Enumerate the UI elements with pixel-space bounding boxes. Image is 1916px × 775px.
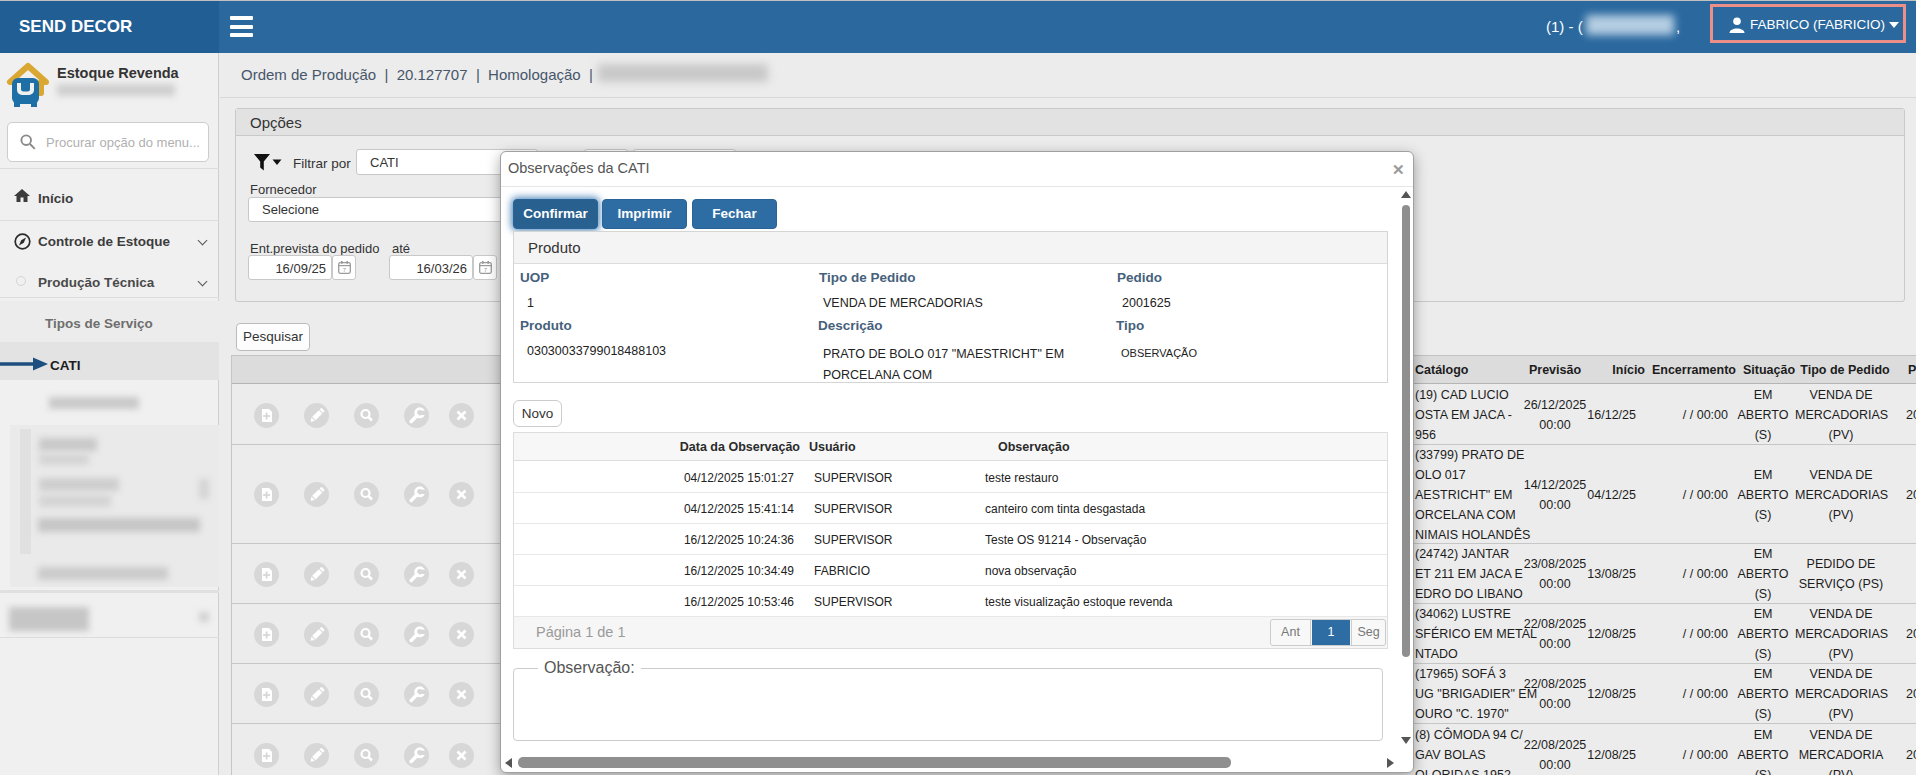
svg-text:7: 7 xyxy=(484,267,488,273)
svg-text:7: 7 xyxy=(343,267,347,273)
